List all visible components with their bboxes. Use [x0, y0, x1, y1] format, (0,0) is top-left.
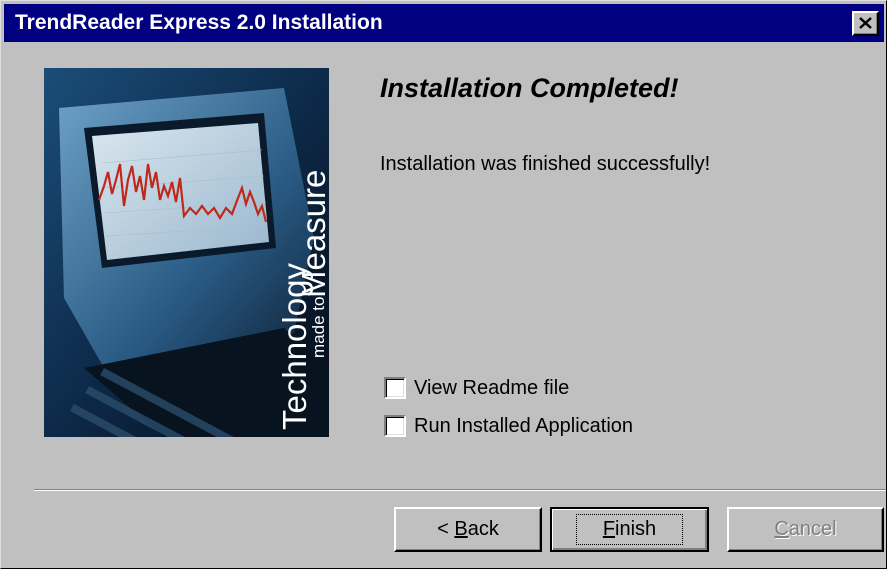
- banner-word-made-to: made to: [309, 297, 328, 358]
- view-readme-checkbox[interactable]: [384, 377, 406, 399]
- run-application-checkbox[interactable]: [384, 415, 406, 437]
- page-heading: Installation Completed!: [380, 73, 679, 103]
- footer-divider: [34, 489, 886, 491]
- cancel-button-label: Cancel: [774, 518, 837, 540]
- back-button-label: < Back: [437, 518, 499, 540]
- run-application-option[interactable]: Run Installed Application: [384, 413, 633, 439]
- view-readme-option[interactable]: View Readme file: [384, 375, 569, 401]
- window-title: TrendReader Express 2.0 Installation: [15, 11, 383, 34]
- status-message: Installation was finished successfully!: [380, 153, 711, 175]
- finish-button-label: Finish: [575, 514, 684, 545]
- finish-button[interactable]: Finish: [550, 507, 709, 552]
- view-readme-label[interactable]: View Readme file: [414, 377, 569, 400]
- installer-window: TrendReader Express 2.0 Installation Tec…: [0, 0, 887, 569]
- close-button[interactable]: [852, 11, 879, 36]
- banner-image: Technology made to Measure: [44, 68, 329, 437]
- title-bar[interactable]: TrendReader Express 2.0 Installation: [4, 4, 884, 42]
- cancel-button: Cancel: [727, 507, 884, 552]
- back-button[interactable]: < Back: [394, 507, 542, 552]
- banner-word-measure: Measure: [295, 170, 329, 298]
- run-application-label[interactable]: Run Installed Application: [414, 415, 633, 438]
